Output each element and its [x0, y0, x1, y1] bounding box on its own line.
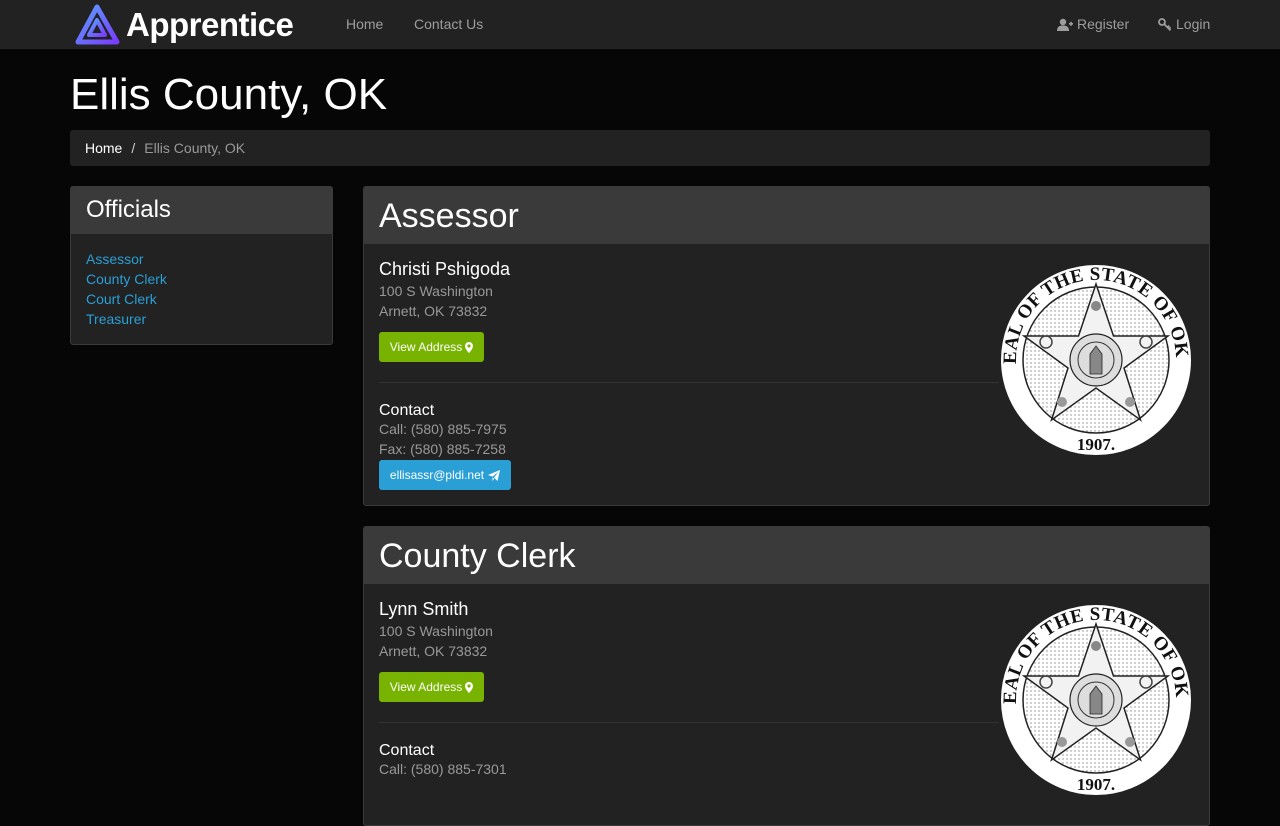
seal-year: 1907.: [1077, 775, 1115, 794]
address-line-1: 100 S Washington: [379, 283, 493, 299]
apprentice-logo-icon: [75, 4, 120, 45]
divider: [379, 382, 999, 383]
register-label: Register: [1077, 16, 1130, 32]
paper-plane-icon: [488, 469, 501, 481]
email-button[interactable]: ellisassr@pldi.net: [379, 460, 511, 490]
sidebar-item-treasurer[interactable]: Treasurer: [86, 311, 146, 327]
register-link[interactable]: Register: [1057, 16, 1129, 32]
map-marker-icon: [465, 341, 474, 353]
official-card-assessor: Assessor Christi Pshigoda 100 S Washingt…: [363, 186, 1210, 506]
page-title: Ellis County, OK: [70, 70, 388, 119]
user-plus-icon: [1057, 18, 1073, 31]
contact-title: Contact: [379, 402, 435, 419]
divider: [379, 722, 999, 723]
office-title: County Clerk: [364, 527, 1209, 584]
address-line-2: Arnett, OK 73832: [379, 643, 488, 659]
seal-year: 1907.: [1077, 435, 1115, 454]
map-marker-icon: [465, 681, 474, 693]
email-label: ellisassr@pldi.net: [389, 468, 485, 482]
oklahoma-seal-icon: GREAT SEAL OF THE STATE OF OKLAHOMA 1907…: [998, 602, 1193, 797]
official-name: Lynn Smith: [379, 599, 469, 619]
officials-list: Assessor County Clerk Court Clerk Treasu…: [71, 234, 332, 329]
navbar: Apprentice Home Contact Us Register Logi…: [0, 0, 1280, 50]
nav-home-link[interactable]: Home: [346, 16, 383, 32]
phone-number: Call: (580) 885-7975: [379, 421, 507, 437]
official-name: Christi Pshigoda: [379, 259, 511, 279]
address-line-1: 100 S Washington: [379, 623, 493, 639]
officials-sidebar: Officials Assessor County Clerk Court Cl…: [70, 186, 333, 345]
breadcrumb: Home / Ellis County, OK: [70, 130, 1210, 166]
view-address-button[interactable]: View Address: [379, 332, 484, 362]
office-title: Assessor: [364, 187, 1209, 244]
breadcrumb-current: Ellis County, OK: [144, 140, 246, 156]
view-address-button[interactable]: View Address: [379, 672, 484, 702]
sidebar-item-court-clerk[interactable]: Court Clerk: [86, 291, 157, 307]
contact-title: Contact: [379, 742, 435, 759]
oklahoma-seal-icon: GREAT SEAL OF THE STATE OF OKLAHOMA 1907…: [998, 262, 1193, 457]
brand-link[interactable]: Apprentice: [74, 4, 294, 46]
view-address-label: View Address: [389, 340, 463, 354]
brand-name: Apprentice: [126, 6, 294, 43]
address-line-2: Arnett, OK 73832: [379, 303, 488, 319]
breadcrumb-separator: /: [131, 140, 136, 156]
sidebar-item-county-clerk[interactable]: County Clerk: [86, 271, 167, 287]
login-label: Login: [1176, 16, 1211, 32]
fax-number: Fax: (580) 885-7258: [379, 441, 506, 457]
sidebar-title: Officials: [71, 187, 332, 234]
breadcrumb-home-link[interactable]: Home: [85, 140, 122, 156]
official-card-county-clerk: County Clerk Lynn Smith 100 S Washington…: [363, 526, 1210, 826]
sidebar-item-assessor[interactable]: Assessor: [86, 251, 144, 267]
nav-contact-link[interactable]: Contact Us: [414, 16, 483, 32]
key-icon: [1158, 17, 1172, 31]
phone-number: Call: (580) 885-7301: [379, 761, 507, 777]
view-address-label: View Address: [389, 680, 463, 694]
login-link[interactable]: Login: [1158, 16, 1210, 32]
